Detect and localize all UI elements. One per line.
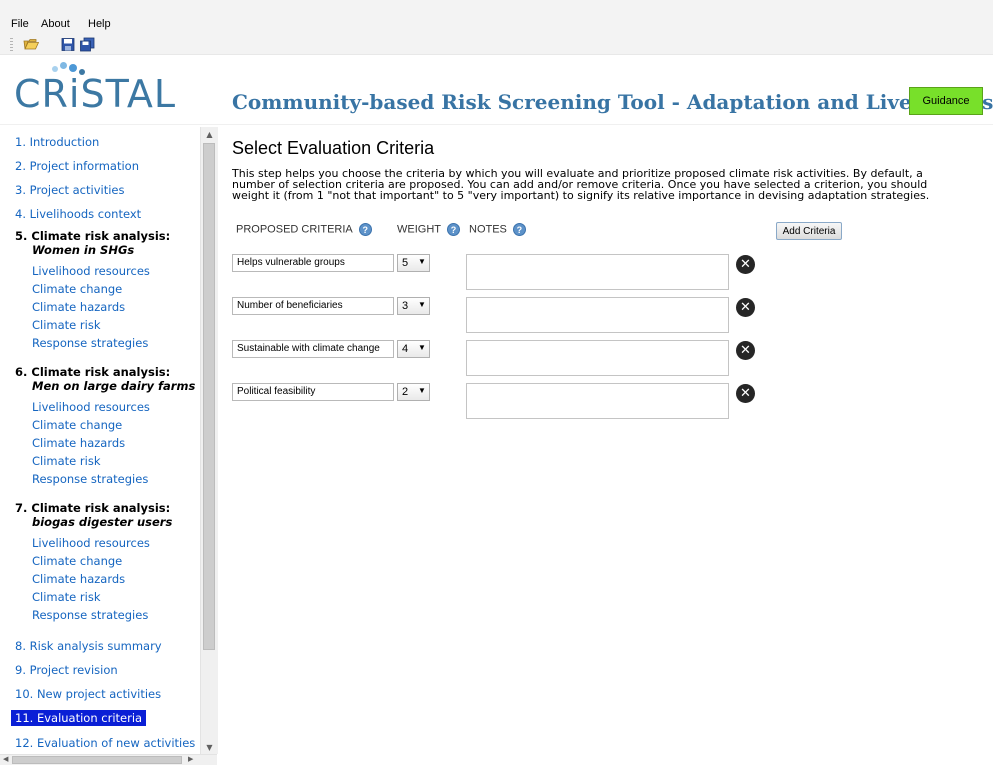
weight-value: 3 [402,300,409,312]
sidebar-vertical-scrollbar[interactable]: ▲ ▼ [200,127,218,754]
criteria-name-input[interactable]: Sustainable with climate change [232,340,394,358]
weight-value: 4 [402,343,409,355]
remove-criteria-button[interactable]: ✕ [736,298,755,317]
cristal-logo: CRiSTAL [14,62,175,116]
menu-file[interactable]: File [11,18,29,30]
criteria-name-input[interactable]: Number of beneficiaries [232,297,394,315]
nav-s7-climate-change[interactable]: Climate change [32,554,122,568]
folder-open-icon[interactable] [23,37,40,52]
nav-section-6-group: Men on large dairy farms [32,379,196,393]
page-description: This step helps you choose the criteria … [232,168,932,201]
save-all-icon[interactable] [79,37,95,52]
weight-select[interactable]: 5 ▼ [397,254,430,272]
weight-select[interactable]: 3 ▼ [397,297,430,315]
sidebar-nav: 1. Introduction 2. Project information 3… [0,127,200,754]
logo-text: CRiSTAL [14,72,177,116]
notes-textarea[interactable] [466,254,729,290]
help-icon[interactable]: ? [447,223,460,236]
nav-livelihoods-context[interactable]: 4. Livelihoods context [15,207,141,221]
column-header-criteria-label: PROPOSED CRITERIA [236,223,353,236]
notes-textarea[interactable] [466,297,729,333]
nav-s5-climate-risk[interactable]: Climate risk [32,318,100,332]
remove-criteria-button[interactable]: ✕ [736,255,755,274]
help-icon[interactable]: ? [358,223,372,236]
description-line: weight it (from 1 "not that important" t… [232,189,930,202]
nav-s5-climate-hazards[interactable]: Climate hazards [32,300,125,314]
close-icon: ✕ [740,386,751,401]
nav-section-7-group: biogas digester users [32,515,173,529]
nav-s7-climate-risk[interactable]: Climate risk [32,590,100,604]
criteria-name-input[interactable]: Political feasibility [232,383,394,401]
nav-s7-climate-hazards[interactable]: Climate hazards [32,572,125,586]
scroll-down-arrow-icon[interactable]: ▼ [201,740,218,754]
nav-risk-analysis-summary[interactable]: 8. Risk analysis summary [15,639,162,653]
menu-about[interactable]: About [41,18,70,30]
nav-evaluation-criteria[interactable]: 11. Evaluation criteria [11,710,147,726]
toolbar-grip[interactable] [10,38,13,51]
nav-project-revision[interactable]: 9. Project revision [15,663,118,677]
close-icon: ✕ [740,257,751,272]
app-title: Community-based Risk Screening Tool - Ad… [232,90,993,114]
nav-s7-response-strategies[interactable]: Response strategies [32,608,148,622]
nav-section-6-heading: 6. Climate risk analysis: [15,365,171,379]
menu-bar: File About Help [0,0,993,36]
sidebar-horizontal-scrollbar[interactable]: ◀ ▶ [0,754,217,765]
column-header-notes: NOTES? [469,223,526,236]
nav-project-information[interactable]: 2. Project information [15,159,139,173]
help-icon[interactable]: ? [512,223,526,236]
scroll-right-arrow-icon[interactable]: ▶ [188,755,193,763]
horizontal-scrollbar-thumb[interactable] [12,756,182,764]
menu-help[interactable]: Help [88,18,111,30]
nav-introduction[interactable]: 1. Introduction [15,135,99,149]
remove-criteria-button[interactable]: ✕ [736,341,755,360]
notes-textarea[interactable] [466,383,729,419]
weight-value: 2 [402,386,409,398]
close-icon: ✕ [740,343,751,358]
nav-section-7-heading: 7. Climate risk analysis: [15,501,171,515]
nav-s6-climate-risk[interactable]: Climate risk [32,454,100,468]
weight-select[interactable]: 2 ▼ [397,383,430,401]
nav-s5-climate-change[interactable]: Climate change [32,282,122,296]
dropdown-arrow-icon: ▼ [418,257,426,266]
nav-section-5-heading: 5. Climate risk analysis: [15,229,171,243]
guidance-button[interactable]: Guidance [909,87,983,115]
dropdown-arrow-icon: ▼ [418,300,426,309]
column-header-weight: WEIGHT? [397,223,460,236]
scroll-left-arrow-icon[interactable]: ◀ [3,755,8,763]
nav-s5-response-strategies[interactable]: Response strategies [32,336,148,350]
nav-s6-climate-change[interactable]: Climate change [32,418,122,432]
page-title: Select Evaluation Criteria [232,138,435,158]
close-icon: ✕ [740,300,751,315]
nav-s7-livelihood-resources[interactable]: Livelihood resources [32,536,150,550]
nav-s6-climate-hazards[interactable]: Climate hazards [32,436,125,450]
dropdown-arrow-icon: ▼ [418,386,426,395]
nav-project-activities[interactable]: 3. Project activities [15,183,124,197]
save-icon[interactable] [60,37,76,52]
toolbar [0,36,993,55]
nav-s6-livelihood-resources[interactable]: Livelihood resources [32,400,150,414]
nav-evaluation-new-activities[interactable]: 12. Evaluation of new activities [15,736,195,750]
column-header-notes-label: NOTES [469,223,507,236]
weight-value: 5 [402,257,409,269]
nav-s6-response-strategies[interactable]: Response strategies [32,472,148,486]
nav-s5-livelihood-resources[interactable]: Livelihood resources [32,264,150,278]
notes-textarea[interactable] [466,340,729,376]
scrollbar-thumb[interactable] [203,143,215,650]
add-criteria-button[interactable]: Add Criteria [776,222,842,240]
dropdown-arrow-icon: ▼ [418,343,426,352]
column-header-criteria: PROPOSED CRITERIA? [236,223,372,236]
column-header-weight-label: WEIGHT [397,223,441,236]
nav-section-5-group: Women in SHGs [32,243,135,257]
remove-criteria-button[interactable]: ✕ [736,384,755,403]
scroll-up-arrow-icon[interactable]: ▲ [201,127,218,141]
weight-select[interactable]: 4 ▼ [397,340,430,358]
criteria-name-input[interactable]: Helps vulnerable groups [232,254,394,272]
nav-new-project-activities[interactable]: 10. New project activities [15,687,161,701]
header-divider [0,124,993,125]
